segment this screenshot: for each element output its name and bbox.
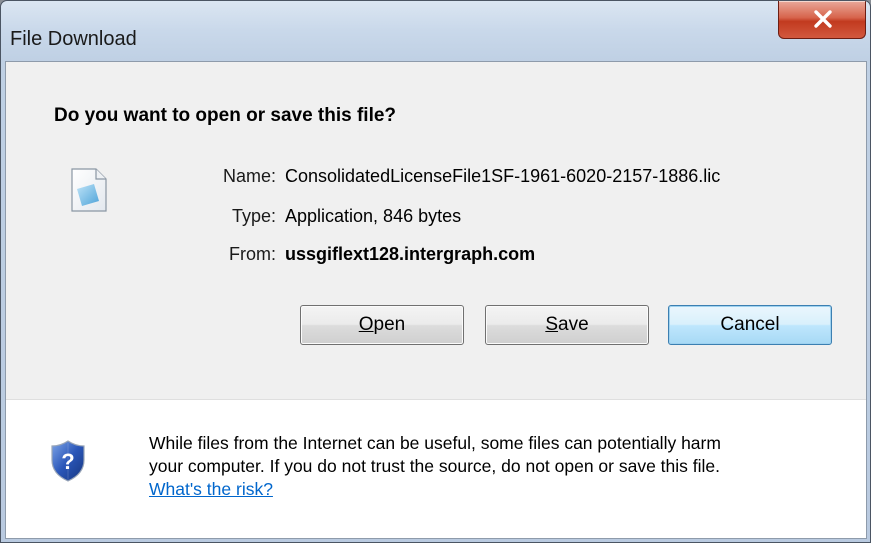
file-name-label: Name:: [222, 166, 276, 186]
save-label-rest: ave: [558, 314, 589, 335]
shield-question-icon: ?: [51, 440, 85, 482]
file-type-row: Type: Application, 846 bytes: [6, 204, 866, 228]
warning-line-1: While files from the Internet can be use…: [149, 433, 721, 453]
window-title: File Download: [10, 28, 137, 50]
close-icon: [814, 10, 832, 28]
security-warning-text: While files from the Internet can be use…: [149, 432, 849, 501]
file-source-label: From:: [229, 244, 276, 264]
open-button[interactable]: Open: [300, 305, 464, 345]
open-label-rest: pen: [373, 314, 406, 335]
file-type-value: Application, 846 bytes: [285, 206, 462, 226]
whats-the-risk-link[interactable]: What's the risk?: [149, 479, 273, 499]
file-source-row: From: ussgiflext128.intergraph.com: [6, 242, 866, 266]
save-button[interactable]: Save: [485, 305, 649, 345]
warning-line-2: your computer. If you do not trust the s…: [149, 456, 721, 476]
security-warning-panel: ? While files from the Internet can be u…: [6, 400, 866, 538]
dialog-body: Do you want to open or save this file? N…: [5, 61, 867, 539]
file-source-value: ussgiflext128.intergraph.com: [285, 244, 536, 264]
cancel-button[interactable]: Cancel: [668, 305, 832, 345]
save-mnemonic: S: [545, 314, 559, 335]
close-button[interactable]: [778, 1, 866, 39]
file-name-value: ConsolidatedLicenseFile1SF-1961-6020-215…: [285, 166, 721, 186]
file-type-label: Type:: [231, 206, 276, 226]
file-download-dialog: File Download Do you want to open or sav…: [0, 0, 871, 543]
download-info-panel: Do you want to open or save this file? N…: [6, 62, 866, 399]
title-bar[interactable]: File Download: [1, 1, 870, 57]
file-name-row: Name: ConsolidatedLicenseFile1SF-1961-60…: [6, 164, 866, 188]
dialog-question: Do you want to open or save this file?: [54, 105, 397, 126]
svg-text:?: ?: [61, 449, 74, 474]
open-mnemonic: O: [358, 314, 374, 335]
